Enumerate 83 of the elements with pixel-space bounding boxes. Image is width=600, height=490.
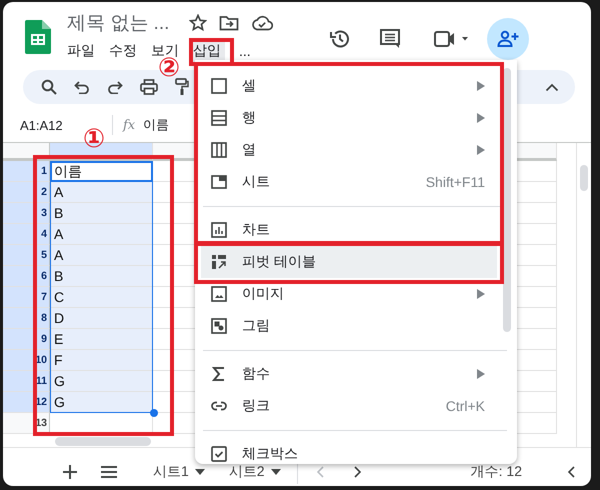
- step-number: ①: [83, 126, 106, 152]
- checkbox-icon: [211, 446, 227, 462]
- row-number[interactable]: 7: [3, 287, 50, 308]
- image-icon: [211, 286, 227, 302]
- fill-handle[interactable]: [150, 409, 158, 417]
- menu-item[interactable]: ...: [239, 39, 257, 63]
- row-number[interactable]: 3: [3, 203, 50, 224]
- paint-roller-icon[interactable]: [175, 78, 189, 96]
- menu-option[interactable]: 피벗 테이블: [201, 246, 497, 278]
- menu-option[interactable]: 열: [201, 134, 497, 166]
- sigma-icon: [211, 366, 227, 382]
- menu-option[interactable]: 함수: [201, 358, 497, 390]
- undo-icon[interactable]: [74, 80, 90, 94]
- submenu-arrow-icon: [477, 113, 485, 123]
- column-icon: [211, 142, 227, 158]
- table-cell[interactable]: G: [50, 371, 153, 392]
- row-icon: [211, 110, 227, 126]
- menu-option[interactable]: 이미지: [201, 278, 497, 310]
- menu-option[interactable]: 시트 Shift+F11: [201, 166, 497, 198]
- collapse-caret-icon[interactable]: [545, 82, 559, 92]
- table-cell[interactable]: B: [50, 266, 153, 287]
- submenu-arrow-icon: [477, 289, 485, 299]
- chevron-left-icon[interactable]: [567, 466, 575, 478]
- horizontal-scrollbar[interactable]: [55, 436, 151, 446]
- submenu-arrow-icon: [477, 145, 485, 155]
- chevron-right-icon[interactable]: [354, 466, 362, 478]
- row-number[interactable]: 1: [3, 161, 50, 182]
- row-number[interactable]: 2: [3, 182, 50, 203]
- menu-option[interactable]: 그림: [201, 310, 497, 342]
- row-number[interactable]: 9: [3, 329, 50, 350]
- select-all-corner[interactable]: [3, 143, 50, 161]
- document-title[interactable]: 제목 없는 ...: [67, 10, 170, 36]
- menu-option[interactable]: 행: [201, 102, 497, 134]
- menu-icon[interactable]: [101, 466, 117, 478]
- print-icon[interactable]: [140, 79, 158, 95]
- add-sheet-icon[interactable]: [63, 465, 77, 479]
- shortcut-label: Ctrl+K: [446, 398, 485, 414]
- shortcut-label: Shift+F11: [426, 174, 485, 190]
- pivot-table-icon: [211, 254, 227, 270]
- menu-item[interactable]: 수정: [109, 39, 143, 63]
- row-number[interactable]: 4: [3, 224, 50, 245]
- table-cell[interactable]: F: [50, 350, 153, 371]
- table-cell[interactable]: B: [50, 203, 153, 224]
- redo-icon[interactable]: [107, 80, 123, 94]
- sheets-logo-icon[interactable]: [25, 20, 51, 54]
- menu-option[interactable]: 차트: [201, 214, 497, 246]
- add-person-icon: [497, 30, 519, 48]
- share-button[interactable]: [487, 18, 529, 60]
- row-number[interactable]: 8: [3, 308, 50, 329]
- table-cell[interactable]: A: [50, 182, 153, 203]
- formula-field[interactable]: 이름: [143, 116, 170, 134]
- dropdown-caret-icon: [270, 469, 281, 475]
- table-cell[interactable]: A: [50, 245, 153, 266]
- fx-label: fx: [123, 118, 136, 132]
- row-number[interactable]: 6: [3, 266, 50, 287]
- table-cell[interactable]: 이름: [50, 161, 153, 182]
- table-cell[interactable]: E: [50, 329, 153, 350]
- row-number[interactable]: 11: [3, 371, 50, 392]
- folder-icon[interactable]: [219, 15, 240, 31]
- dropdown-caret-icon: [194, 469, 205, 475]
- chart-icon: [211, 222, 227, 238]
- table-cell[interactable]: D: [50, 308, 153, 329]
- vertical-scrollbar[interactable]: [580, 165, 588, 191]
- table-cell[interactable]: C: [50, 287, 153, 308]
- submenu-arrow-icon: [477, 369, 485, 379]
- menu-item[interactable]: 파일: [67, 39, 101, 63]
- comment-icon[interactable]: [379, 28, 401, 50]
- table-cell[interactable]: G: [50, 392, 153, 413]
- status-text[interactable]: 개수: 12: [470, 463, 522, 481]
- drawing-icon: [211, 318, 227, 334]
- table-cell[interactable]: A: [50, 224, 153, 245]
- sheet-icon: [211, 174, 227, 190]
- star-icon[interactable]: [189, 14, 208, 32]
- history-icon[interactable]: [329, 28, 351, 50]
- video-call-icon[interactable]: [433, 29, 469, 49]
- cell-icon: [211, 78, 227, 94]
- search-icon[interactable]: [41, 79, 57, 95]
- menu-option[interactable]: 셀: [201, 70, 497, 102]
- row-number[interactable]: 5: [3, 245, 50, 266]
- cloud-check-icon[interactable]: [251, 15, 274, 31]
- submenu-arrow-icon: [477, 81, 485, 91]
- menu-option[interactable]: 링크 Ctrl+K: [201, 390, 497, 422]
- menu-scrollbar[interactable]: [503, 68, 511, 332]
